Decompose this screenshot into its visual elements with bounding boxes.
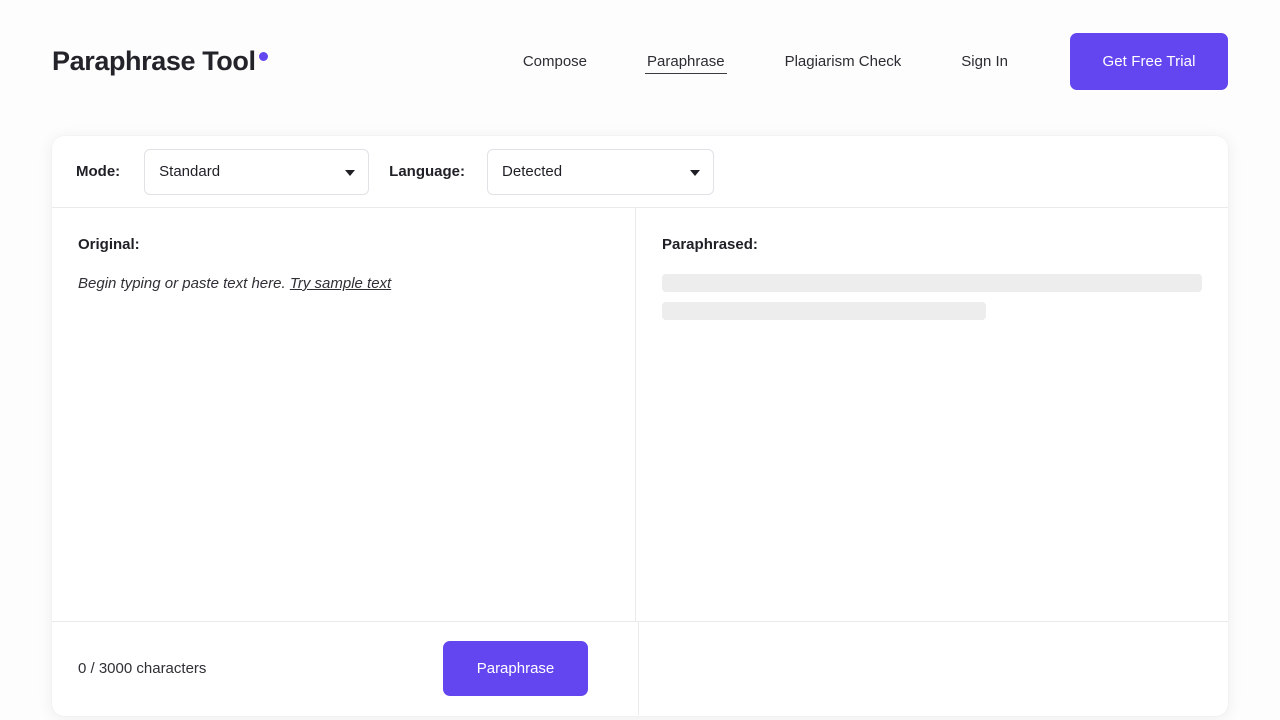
language-select[interactable]: Detected [487,149,714,195]
paraphrase-button[interactable]: Paraphrase [443,641,588,696]
language-field: Language: Detected [389,149,714,195]
paraphrase-card: Mode: Standard Language: Detected Origin… [52,136,1228,716]
paraphrased-pane-title: Paraphrased: [662,236,1202,253]
editor-footer: 0 / 3000 characters Paraphrase [52,622,1228,715]
main-nav: Compose Paraphrase Plagiarism Check Sign… [521,33,1228,90]
editor-footer-right [639,622,1228,715]
chevron-down-icon [690,170,700,176]
character-counter: 0 / 3000 characters [78,660,206,677]
skeleton-line [662,274,1202,292]
options-toolbar: Mode: Standard Language: Detected [52,136,1228,208]
get-free-trial-button[interactable]: Get Free Trial [1070,33,1228,90]
skeleton-line [662,302,986,320]
logo-text: Paraphrase Tool [52,46,256,77]
placeholder-text: Begin typing or paste text here. [78,275,286,292]
language-label: Language: [389,163,465,180]
original-input-placeholder[interactable]: Begin typing or paste text here. Try sam… [78,274,609,294]
chevron-down-icon [345,170,355,176]
mode-field: Mode: Standard [76,149,369,195]
original-pane[interactable]: Original: Begin typing or paste text her… [52,208,636,621]
site-header: Paraphrase Tool Compose Paraphrase Plagi… [0,0,1280,123]
try-sample-text-link[interactable]: Try sample text [290,275,391,292]
editor-panes: Original: Begin typing or paste text her… [52,208,1228,622]
editor-footer-left: 0 / 3000 characters Paraphrase [52,622,639,715]
nav-item-sign-in[interactable]: Sign In [959,49,1010,74]
paraphrased-pane: Paraphrased: [636,208,1228,621]
mode-label: Mode: [76,163,120,180]
nav-item-plagiarism-check[interactable]: Plagiarism Check [783,49,904,74]
nav-item-paraphrase[interactable]: Paraphrase [645,49,727,74]
original-pane-title: Original: [78,236,609,253]
logo[interactable]: Paraphrase Tool [52,46,268,77]
language-select-value: Detected [502,163,562,180]
mode-select[interactable]: Standard [144,149,369,195]
logo-dot-icon [259,52,268,61]
nav-item-compose[interactable]: Compose [521,49,589,74]
mode-select-value: Standard [159,163,220,180]
